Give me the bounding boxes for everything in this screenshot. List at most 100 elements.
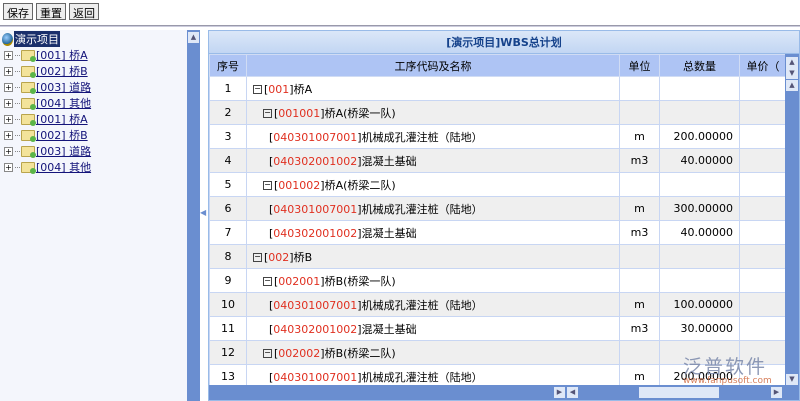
row-number: 9 bbox=[209, 268, 247, 293]
task-cell: [040302001002]混凝土基础 bbox=[246, 220, 620, 245]
collapse-icon[interactable]: − bbox=[263, 109, 272, 118]
toolbar: 保存 重置 返回 bbox=[3, 3, 99, 20]
task-code: [002001] bbox=[274, 274, 325, 288]
tree-node[interactable]: + [001] 桥A bbox=[4, 111, 88, 127]
row-number: 10 bbox=[209, 292, 247, 317]
table-row[interactable]: 3 [040301007001]机械成孔灌注桩（陆地） m 200.00000 bbox=[209, 124, 787, 149]
folder-icon bbox=[21, 161, 36, 174]
collapse-icon[interactable]: − bbox=[263, 277, 272, 286]
back-button[interactable]: 返回 bbox=[69, 3, 99, 20]
column-header[interactable]: 总数量 bbox=[659, 54, 740, 77]
quantity-cell: 30.00000 bbox=[659, 316, 740, 341]
collapse-icon[interactable]: − bbox=[253, 253, 262, 262]
unit-cell bbox=[619, 340, 660, 365]
row-number: 5 bbox=[209, 172, 247, 197]
save-button[interactable]: 保存 bbox=[3, 3, 33, 20]
scroll-down-icon[interactable]: ▼ bbox=[786, 374, 798, 385]
table-row[interactable]: 4 [040302001002]混凝土基础 m3 40.00000 bbox=[209, 148, 787, 173]
task-code: [001] bbox=[264, 82, 294, 96]
table-row[interactable]: 7 [040302001002]混凝土基础 m3 40.00000 bbox=[209, 220, 787, 245]
expand-icon[interactable]: + bbox=[4, 130, 13, 140]
scroll-up-icon[interactable]: ▲ bbox=[786, 80, 798, 91]
task-name: 桥B(桥梁一队) bbox=[324, 274, 396, 288]
tree-node[interactable]: + [001] 桥A bbox=[4, 47, 88, 63]
collapse-icon[interactable]: − bbox=[263, 181, 272, 190]
tree-node[interactable]: + [002] 桥B bbox=[4, 63, 88, 79]
code-text: 040302001002 bbox=[273, 154, 358, 168]
tree-node-link[interactable]: [004] 其他 bbox=[36, 95, 91, 111]
grid-vertical-scrollbar[interactable]: ▲ ▼ ▲ ▼ bbox=[785, 54, 799, 387]
splitter[interactable]: ◀ bbox=[200, 30, 208, 401]
code-text: 002001 bbox=[278, 274, 321, 288]
tree-node[interactable]: + [004] 其他 bbox=[4, 95, 91, 111]
table-row[interactable]: 5 − [001002]桥A(桥梁二队) bbox=[209, 172, 787, 197]
tree-line bbox=[15, 150, 20, 152]
scroll-left-icon[interactable]: ◀ bbox=[567, 387, 578, 398]
tree-root-label[interactable]: 演示项目 bbox=[14, 31, 60, 47]
quantity-cell bbox=[659, 244, 740, 269]
table-row[interactable]: 8 − [002]桥B bbox=[209, 244, 787, 269]
tree-node[interactable]: + [003] 道路 bbox=[4, 79, 91, 95]
unit-cell bbox=[619, 76, 660, 101]
scroll-down-icon[interactable]: ▼ bbox=[786, 68, 798, 79]
grid-horizontal-scrollbar[interactable]: ▶ ◀ ▶ bbox=[209, 385, 799, 400]
task-name: 机械成孔灌注桩（陆地） bbox=[361, 370, 483, 384]
table-row[interactable]: 11 [040302001002]混凝土基础 m3 30.00000 bbox=[209, 316, 787, 341]
scroll-up-icon[interactable]: ▲ bbox=[188, 32, 199, 43]
code-text: 040301007001 bbox=[273, 370, 358, 384]
tree-root[interactable]: 演示项目 bbox=[2, 31, 60, 47]
tree-node-link[interactable]: [003] 道路 bbox=[36, 143, 91, 159]
expand-icon[interactable]: + bbox=[4, 146, 13, 156]
grid-title: [演示项目]WBS总计划 bbox=[209, 31, 799, 54]
scroll-thumb[interactable] bbox=[639, 387, 719, 398]
tree-node-link[interactable]: [002] 桥B bbox=[36, 63, 88, 79]
reset-button[interactable]: 重置 bbox=[36, 3, 66, 20]
task-code: [002] bbox=[264, 250, 294, 264]
table-row[interactable]: 2 − [001001]桥A(桥梁一队) bbox=[209, 100, 787, 125]
column-header[interactable]: 单价（ bbox=[739, 54, 787, 77]
tree-node-link[interactable]: [001] 桥A bbox=[36, 111, 88, 127]
folder-icon bbox=[21, 49, 36, 62]
scroll-right-icon[interactable]: ▶ bbox=[771, 387, 782, 398]
unit-cell: m3 bbox=[619, 148, 660, 173]
tree-node[interactable]: + [004] 其他 bbox=[4, 159, 91, 175]
unit-cell: m3 bbox=[619, 316, 660, 341]
tree-node-link[interactable]: [003] 道路 bbox=[36, 79, 91, 95]
expand-icon[interactable]: + bbox=[4, 98, 13, 108]
table-row[interactable]: 1 − [001]桥A bbox=[209, 76, 787, 101]
collapse-icon[interactable]: − bbox=[253, 85, 262, 94]
expand-icon[interactable]: + bbox=[4, 66, 13, 76]
folder-icon bbox=[21, 81, 36, 94]
price-cell bbox=[739, 100, 787, 125]
code-text: 040301007001 bbox=[273, 202, 358, 216]
task-name: 混凝土基础 bbox=[361, 226, 417, 240]
column-header[interactable]: 单位 bbox=[619, 54, 660, 77]
scroll-up-icon[interactable]: ▲ bbox=[786, 57, 798, 68]
price-cell bbox=[739, 124, 787, 149]
row-number: 2 bbox=[209, 100, 247, 125]
task-name: 桥A(桥梁一队) bbox=[324, 106, 396, 120]
expand-icon[interactable]: + bbox=[4, 114, 13, 124]
collapse-icon[interactable]: − bbox=[263, 349, 272, 358]
tree-node-link[interactable]: [004] 其他 bbox=[36, 159, 91, 175]
table-row[interactable]: 10 [040301007001]机械成孔灌注桩（陆地） m 100.00000 bbox=[209, 292, 787, 317]
tree-line bbox=[15, 166, 20, 168]
tree-node[interactable]: + [002] 桥B bbox=[4, 127, 88, 143]
expand-icon[interactable]: + bbox=[4, 50, 13, 60]
table-row[interactable]: 6 [040301007001]机械成孔灌注桩（陆地） m 300.00000 bbox=[209, 196, 787, 221]
quantity-cell bbox=[659, 172, 740, 197]
column-header[interactable]: 工序代码及名称 bbox=[246, 54, 620, 77]
tree-scrollbar[interactable]: ▲ bbox=[187, 30, 200, 401]
quantity-cell: 200.00000 bbox=[659, 124, 740, 149]
expand-icon[interactable]: + bbox=[4, 162, 13, 172]
collapse-left-icon[interactable]: ◀ bbox=[200, 208, 206, 217]
column-header[interactable]: 序号 bbox=[209, 54, 247, 77]
table-row[interactable]: 9 − [002001]桥B(桥梁一队) bbox=[209, 268, 787, 293]
task-cell: − [002002]桥B(桥梁二队) bbox=[246, 340, 620, 365]
watermark-name: 泛普软件 bbox=[683, 356, 768, 378]
tree-node[interactable]: + [003] 道路 bbox=[4, 143, 91, 159]
tree-node-link[interactable]: [001] 桥A bbox=[36, 47, 88, 63]
tree-node-link[interactable]: [002] 桥B bbox=[36, 127, 88, 143]
scroll-right-icon[interactable]: ▶ bbox=[554, 387, 565, 398]
expand-icon[interactable]: + bbox=[4, 82, 13, 92]
